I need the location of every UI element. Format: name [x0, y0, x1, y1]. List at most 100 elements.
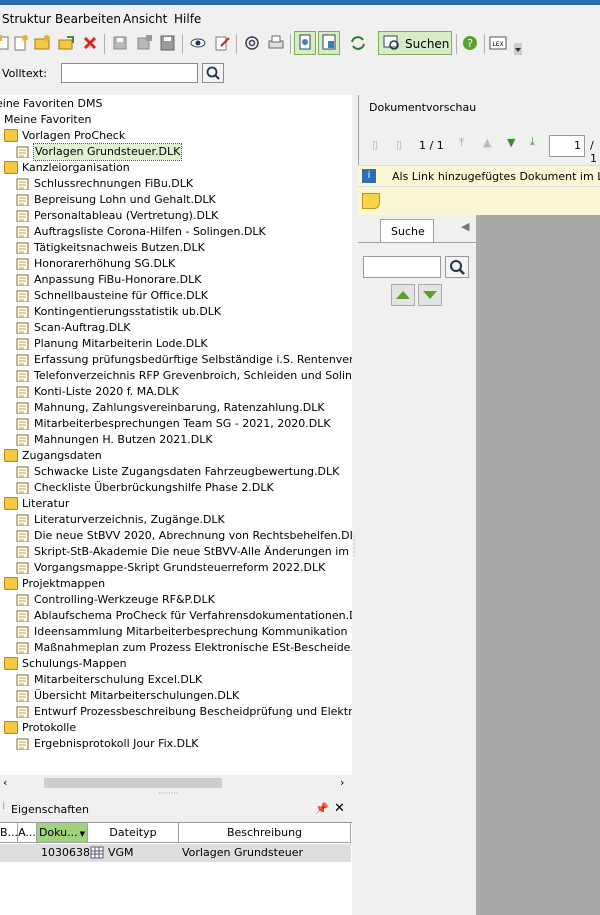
close-icon[interactable]: ✕ — [334, 801, 345, 816]
fulltext-input[interactable] — [61, 63, 198, 83]
tree-folder-label: Vorlagen ProCheck — [22, 129, 126, 142]
col-header-dateityp[interactable]: Dateityp — [88, 823, 179, 843]
toolbar-separator — [456, 34, 457, 54]
email-icon[interactable] — [242, 33, 262, 53]
favorites-tree: eine Favoriten DMS Meine Favoriten Vorla… — [0, 95, 352, 775]
view-icon[interactable] — [188, 33, 208, 53]
row-description: Vorlagen Grundsteuer — [182, 844, 350, 862]
first-page-icon[interactable]: ⤒ — [459, 136, 464, 150]
menu-struktur[interactable]: Struktur — [2, 12, 51, 26]
print-icon[interactable] — [266, 33, 286, 53]
magnifier-icon — [450, 260, 465, 275]
scroll-right-icon[interactable]: › — [340, 776, 344, 789]
preview-title: Dokumentvorschau — [369, 101, 477, 114]
tree-document-label: Kontingentierungsstatistik ub.DLK — [34, 305, 222, 318]
tree-document-label: Literaturverzeichnis, Zugänge.DLK — [34, 513, 225, 526]
document-link-icon — [16, 369, 30, 382]
document-link-icon — [16, 193, 30, 206]
edit-icon[interactable] — [212, 33, 232, 53]
svg-text:?: ? — [467, 37, 473, 50]
tree-document-label: Honorarerhöhung SG.DLK — [34, 257, 176, 270]
preview-toggle-icon[interactable] — [294, 31, 316, 55]
properties-toggle-icon[interactable] — [318, 31, 340, 55]
col-beschreibung-label: Beschreibung — [226, 826, 303, 839]
document-link-icon — [16, 305, 30, 318]
tree-root-label: eine Favoriten DMS — [0, 97, 103, 110]
document-link-icon — [16, 609, 30, 622]
search-button[interactable]: Suchen — [378, 31, 452, 55]
search-next-button[interactable] — [418, 284, 442, 306]
arrow-down-icon — [423, 291, 437, 299]
row-file-type-value: VGM — [108, 846, 134, 859]
page-number-value: 1 — [574, 139, 581, 152]
next-doc-icon[interactable]: ▯ — [396, 138, 402, 151]
col-header-beschreibung[interactable]: Beschreibung — [179, 823, 351, 843]
page-total: / 1 — [590, 139, 597, 165]
menu-bearbeiten[interactable]: Bearbeiten — [55, 12, 121, 26]
toolbar-overflow-icon[interactable] — [512, 33, 524, 55]
scroll-left-icon[interactable]: ‹ — [3, 776, 7, 789]
save-all-icon[interactable] — [158, 33, 178, 53]
menu-hilfe[interactable]: Hilfe — [174, 12, 201, 26]
tree-document-label: Planung Mitarbeiterin Lode.DLK — [34, 337, 208, 350]
toolbar: Suchen ? LEX — [0, 29, 600, 59]
add-link-icon[interactable] — [56, 33, 76, 53]
arrow-up-icon — [396, 291, 410, 299]
search-prev-button[interactable] — [391, 284, 415, 306]
new-folder-icon[interactable] — [32, 33, 52, 53]
prev-doc-icon[interactable]: ▯ — [372, 138, 378, 151]
properties-table: B... A... Doku... ▼ Dateityp Beschreibung… — [0, 822, 352, 915]
folder-icon — [4, 577, 18, 590]
tree-favorites-label: Meine Favoriten — [4, 113, 92, 126]
new-document-icon[interactable] — [10, 33, 30, 53]
tree-document-label: Vorlagen Grundsteuer.DLK — [32, 143, 183, 161]
col-dateityp-label: Dateityp — [109, 826, 157, 839]
last-page-icon[interactable]: ⤓ — [530, 135, 535, 149]
tab-suche[interactable]: Suche — [380, 219, 434, 243]
save-copy-icon[interactable] — [134, 33, 154, 53]
pin-icon[interactable]: 📌 — [315, 802, 329, 815]
folder-icon — [4, 161, 18, 174]
preview-search-button[interactable] — [445, 256, 469, 278]
refresh-icon[interactable] — [348, 33, 368, 53]
col-doku-label: Doku... — [38, 826, 78, 839]
folder-icon — [4, 449, 18, 462]
delete-icon[interactable] — [80, 33, 100, 53]
fulltext-label: Volltext: — [2, 67, 47, 80]
tree-folder-label: Projektmappen — [22, 577, 106, 590]
collapse-panel-icon[interactable]: ◀ — [461, 220, 469, 233]
menu-ansicht-label: Ansicht — [123, 12, 168, 26]
tree-document-label: Checkliste Überbrückungshilfe Phase 2.DL… — [34, 481, 274, 494]
col-header-b[interactable]: B... — [0, 823, 18, 843]
menu-ansicht[interactable]: Ansicht — [123, 12, 167, 26]
tree-document-label: Mitarbeiterbesprechungen Team SG - 2021,… — [34, 417, 331, 430]
tree-document-label: Personaltableau (Vertretung).DLK — [34, 209, 219, 222]
next-page-icon[interactable]: ▼ — [507, 136, 515, 149]
document-viewer — [476, 215, 600, 915]
preview-search-input[interactable] — [363, 256, 441, 278]
save-icon[interactable] — [110, 33, 130, 53]
sticky-note-icon[interactable] — [362, 193, 380, 209]
search-button-label: Suchen — [405, 37, 450, 51]
info-bar: i Als Link hinzugefügtes Dokument im Le — [358, 165, 600, 187]
lex-icon[interactable]: LEX — [488, 33, 508, 53]
panel-splitter[interactable]: ········ — [0, 789, 352, 799]
toolbar-separator — [182, 34, 183, 54]
tree-document-label: Maßnahmeplan zum Prozess Elektronische E… — [34, 641, 352, 654]
tree-document-label: Telefonverzeichnis RFP Grevenbroich, Sch… — [34, 369, 352, 382]
menu-bar: Struktur Bearbeiten Ansicht Hilfe — [0, 5, 600, 29]
help-icon[interactable]: ? — [460, 33, 480, 53]
col-header-doku[interactable]: Doku... ▼ — [37, 823, 88, 843]
fulltext-search-button[interactable] — [202, 63, 224, 83]
page-number-input[interactable]: 1 — [549, 135, 585, 157]
col-header-a[interactable]: A... — [18, 823, 37, 843]
document-link-icon — [16, 241, 30, 254]
splitter-grip-icon: ········ — [158, 789, 179, 798]
document-counter: 1 / 1 — [419, 139, 444, 152]
svg-text:LEX: LEX — [492, 41, 503, 48]
tree-folder-label: Schulungs-Mappen — [22, 657, 127, 670]
document-link-icon — [16, 353, 30, 366]
prev-page-icon[interactable]: ▲ — [483, 136, 491, 149]
scrollbar-thumb[interactable] — [44, 778, 222, 788]
tree-document-label: Ergebnisprotokoll Jour Fix.DLK — [34, 737, 199, 750]
